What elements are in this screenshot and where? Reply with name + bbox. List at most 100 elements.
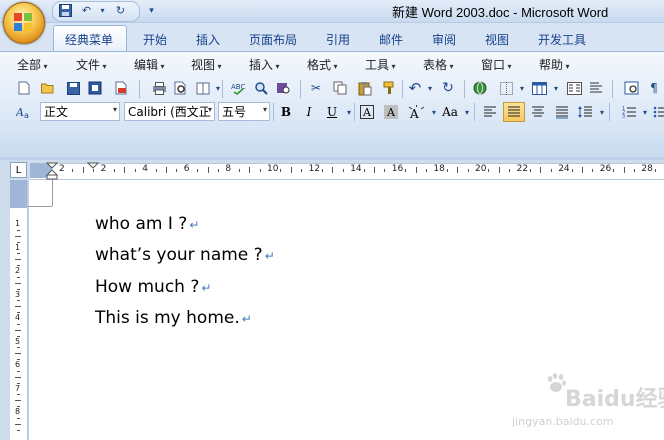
menu-all[interactable]: 全部 ▾ bbox=[17, 56, 48, 73]
ruler-tick-label: 6 bbox=[15, 360, 21, 369]
save-icon[interactable] bbox=[57, 2, 74, 19]
ruler-minor-tick bbox=[290, 167, 292, 173]
ruler-tick-label: 2 bbox=[15, 266, 21, 275]
menu-window[interactable]: 窗口 ▾ bbox=[481, 56, 512, 73]
document-map-icon[interactable] bbox=[622, 79, 640, 97]
toolbar-separator bbox=[222, 80, 223, 98]
paste-icon[interactable] bbox=[356, 79, 374, 97]
font-size-select-value: 五号 bbox=[222, 105, 247, 119]
menu-edit[interactable]: 编辑 ▾ bbox=[134, 56, 165, 73]
menu-file[interactable]: 文件 ▾ bbox=[76, 56, 107, 73]
pdf-icon[interactable] bbox=[112, 79, 130, 97]
format-painter-icon[interactable] bbox=[381, 79, 399, 97]
menu-help[interactable]: 帮助 ▾ bbox=[539, 56, 570, 73]
ruler-tick-label: 1 bbox=[15, 242, 21, 252]
menu-view[interactable]: 视图 ▾ bbox=[191, 56, 222, 73]
cut-icon[interactable]: ✂ bbox=[307, 79, 325, 97]
bold-button[interactable]: B bbox=[277, 103, 295, 121]
distributed-align-icon[interactable] bbox=[553, 103, 571, 121]
insert-table-icon[interactable] bbox=[530, 79, 548, 97]
tab-view[interactable]: 视图 bbox=[485, 31, 509, 48]
undo-dropdown-icon[interactable]: ▾ bbox=[94, 2, 111, 19]
customize-qat-icon[interactable]: ▾ bbox=[143, 2, 160, 19]
undo-icon[interactable]: ↶ bbox=[78, 2, 95, 19]
redo-icon[interactable]: ↻ bbox=[112, 2, 129, 19]
print-preview-icon[interactable] bbox=[172, 79, 190, 97]
ruler-minor-tick bbox=[374, 167, 375, 173]
window-title: 新建 Word 2003.doc - Microsoft Word bbox=[392, 5, 609, 20]
new-document-icon[interactable] bbox=[15, 79, 33, 97]
svg-text:ABC: ABC bbox=[231, 83, 245, 91]
chevron-down-icon: ▾ bbox=[262, 105, 267, 114]
align-center-icon[interactable] bbox=[529, 103, 547, 121]
document-line[interactable]: who am I ? ↵ bbox=[95, 214, 199, 234]
spelling-icon[interactable]: ABC bbox=[229, 79, 247, 97]
menu-table-label: 表格 bbox=[423, 58, 448, 72]
menu-insert[interactable]: 插入 ▾ bbox=[249, 56, 280, 73]
font-size-select[interactable]: 五号 ▾ bbox=[218, 102, 270, 121]
paragraph-mark-icon[interactable]: ¶ bbox=[645, 79, 663, 97]
ruler-tick-label: 16 bbox=[391, 164, 404, 174]
align-left-icon[interactable] bbox=[481, 103, 499, 121]
text-effects-icon[interactable]: A bbox=[407, 103, 425, 121]
paragraph-mark-icon: ↵ bbox=[189, 218, 200, 232]
first-line-indent-icon[interactable] bbox=[87, 162, 99, 170]
show-formatting-icon[interactable] bbox=[587, 79, 605, 97]
watermark-brand: Baidu经验 bbox=[565, 387, 664, 412]
line-spacing-icon[interactable] bbox=[576, 103, 594, 121]
character-shading-button[interactable]: A bbox=[384, 105, 398, 119]
permission-icon[interactable] bbox=[86, 79, 104, 97]
chevron-down-icon[interactable]: ▾ bbox=[340, 103, 358, 121]
columns-icon[interactable] bbox=[565, 79, 583, 97]
print-icon[interactable] bbox=[150, 79, 168, 97]
chevron-down-icon[interactable]: ▾ bbox=[513, 79, 531, 97]
bullets-icon[interactable] bbox=[650, 103, 664, 121]
menu-table[interactable]: 表格 ▾ bbox=[423, 56, 454, 73]
font-select[interactable]: Calibri (西文正 ▾ bbox=[124, 102, 215, 121]
styles-icon[interactable]: Aa bbox=[15, 103, 33, 121]
ruler-minor-tick bbox=[218, 169, 219, 172]
italic-button[interactable]: I bbox=[300, 103, 318, 121]
menu-format[interactable]: 格式 ▾ bbox=[307, 56, 338, 73]
underline-button[interactable]: U bbox=[323, 103, 341, 121]
chevron-down-icon[interactable]: ▾ bbox=[209, 79, 227, 97]
chevron-down-icon[interactable]: ▾ bbox=[547, 79, 565, 97]
style-select[interactable]: 正文 ▾ bbox=[40, 102, 120, 121]
hyperlink-icon[interactable] bbox=[471, 79, 489, 97]
ruler-minor-tick bbox=[342, 169, 344, 172]
watermark-url: jingyan.baidu.com bbox=[512, 415, 614, 428]
tab-references[interactable]: 引用 bbox=[326, 31, 350, 48]
tab-home[interactable]: 开始 bbox=[143, 31, 167, 48]
menu-tools[interactable]: 工具 ▾ bbox=[365, 56, 396, 73]
chevron-down-icon: ▾ bbox=[158, 62, 165, 71]
ruler-tick-label: 2 bbox=[59, 164, 65, 174]
copy-icon[interactable] bbox=[331, 79, 349, 97]
tab-selector[interactable]: L bbox=[10, 162, 27, 178]
align-justify-active[interactable] bbox=[503, 102, 525, 122]
redo-icon[interactable]: ↻ bbox=[439, 79, 457, 97]
research-icon[interactable] bbox=[252, 79, 270, 97]
save-icon[interactable] bbox=[64, 79, 82, 97]
change-case-button[interactable]: Aa bbox=[440, 103, 460, 121]
ruler-tick-label: 14 bbox=[350, 164, 362, 174]
tab-developer[interactable]: 开发工具 bbox=[538, 31, 586, 48]
ruler-minor-tick bbox=[17, 394, 20, 396]
chevron-down-icon[interactable]: ▾ bbox=[421, 79, 439, 97]
document-line[interactable]: This is my home. ↵ bbox=[95, 308, 252, 328]
ruler-minor-tick bbox=[134, 169, 136, 172]
document-line[interactable]: How much ? ↵ bbox=[95, 277, 211, 297]
tab-insert[interactable]: 插入 bbox=[196, 31, 220, 48]
tab-mailings[interactable]: 邮件 bbox=[379, 31, 403, 48]
toolbar-separator bbox=[300, 80, 301, 98]
document-line[interactable]: what’s your name ? ↵ bbox=[95, 245, 275, 265]
menu-edit-label: 编辑 bbox=[134, 58, 159, 72]
character-border-button[interactable]: A bbox=[360, 105, 374, 119]
open-folder-icon[interactable] bbox=[39, 79, 57, 97]
thesaurus-icon[interactable] bbox=[274, 79, 292, 97]
tab-page-layout[interactable]: 页面布局 bbox=[249, 31, 297, 48]
tab-classic-menu[interactable]: 经典菜单 bbox=[65, 31, 113, 48]
ruler-minor-tick bbox=[155, 169, 157, 172]
ruler-minor-tick bbox=[17, 417, 20, 419]
indent-marker-icon[interactable] bbox=[46, 162, 58, 180]
tab-review[interactable]: 审阅 bbox=[432, 31, 456, 48]
